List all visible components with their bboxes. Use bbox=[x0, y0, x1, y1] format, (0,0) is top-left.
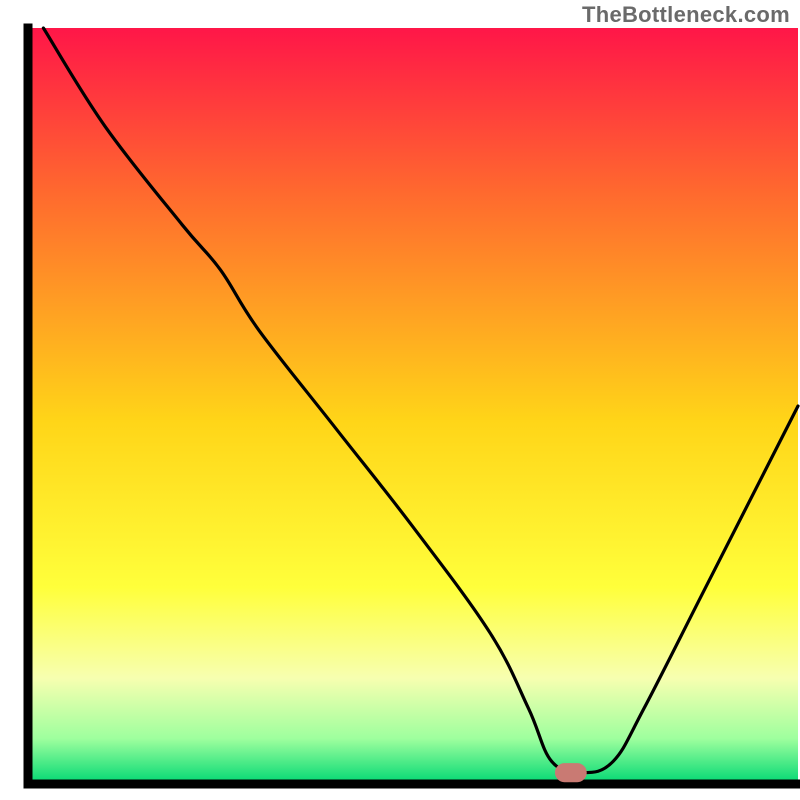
chart-container: TheBottleneck.com bbox=[0, 0, 800, 800]
optimum-marker bbox=[555, 764, 586, 782]
plot-background bbox=[28, 28, 798, 784]
watermark-text: TheBottleneck.com bbox=[582, 2, 790, 28]
chart-svg bbox=[0, 0, 800, 800]
